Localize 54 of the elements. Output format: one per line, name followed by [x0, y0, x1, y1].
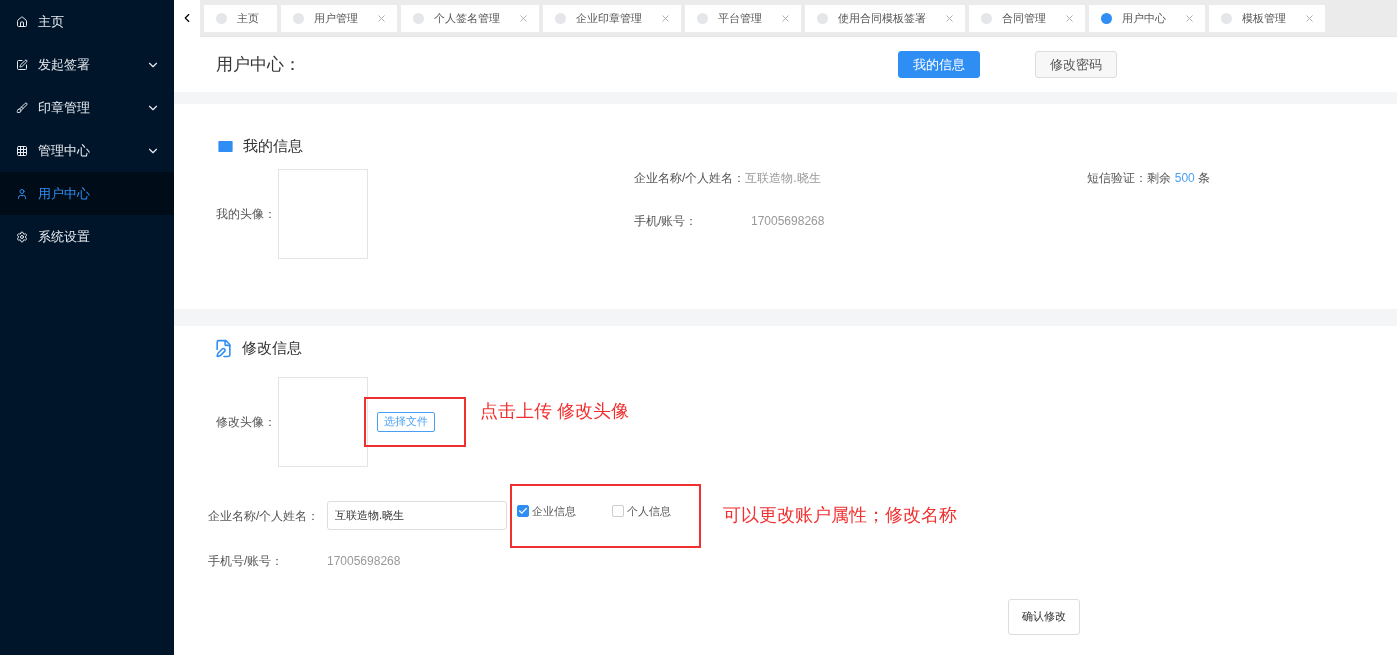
- checkbox[interactable]: [612, 504, 624, 517]
- close-icon[interactable]: [660, 12, 671, 24]
- tab[interactable]: 用户管理: [281, 4, 397, 32]
- field-value: 17005698268: [751, 212, 825, 230]
- edit-icon: [16, 58, 28, 71]
- field-label: 修改头像：: [216, 413, 277, 431]
- close-icon[interactable]: [780, 12, 791, 24]
- close-icon[interactable]: [1064, 12, 1075, 24]
- scroll-left-button[interactable]: [174, 0, 200, 37]
- tab[interactable]: 个人签名管理: [401, 4, 539, 32]
- user-icon: [16, 187, 28, 200]
- sidebar-item[interactable]: 系统设置: [0, 215, 174, 258]
- field-label: 手机号/账号：: [208, 552, 285, 570]
- sidebar-item[interactable]: 管理中心: [0, 129, 174, 172]
- close-icon[interactable]: [944, 12, 955, 24]
- close-icon[interactable]: [1184, 12, 1195, 24]
- close-icon[interactable]: [518, 12, 529, 24]
- sidebar-item[interactable]: 印章管理: [0, 86, 174, 129]
- sidebar-item[interactable]: 发起签署: [0, 43, 174, 86]
- section-title: 修改信息: [242, 338, 302, 358]
- checkbox[interactable]: [517, 504, 529, 517]
- name-input[interactable]: 互联造物.晓生: [327, 501, 507, 530]
- tab[interactable]: 使用合同模板签署: [805, 4, 965, 32]
- account-type-checkbox[interactable]: 企业信息: [517, 502, 576, 519]
- tab[interactable]: 模板管理: [1209, 4, 1325, 32]
- sidebar-item[interactable]: 主页: [0, 0, 174, 43]
- tab[interactable]: 合同管理: [969, 4, 1085, 32]
- sms-quota: 短信验证：剩余 500 条: [1087, 169, 1211, 185]
- edit-document-icon: [214, 338, 233, 358]
- tab[interactable]: 主页: [204, 4, 277, 32]
- tab[interactable]: 平台管理: [685, 4, 801, 32]
- sidebar-item[interactable]: 用户中心: [0, 172, 174, 215]
- tab[interactable]: 企业印章管理: [543, 4, 681, 32]
- field-label: 企业名称/个人姓名：: [634, 169, 746, 187]
- grid-icon: [16, 144, 28, 157]
- field-value: 17005698268: [327, 552, 401, 570]
- close-icon[interactable]: [1304, 12, 1315, 24]
- header-button[interactable]: 修改密码: [1035, 51, 1117, 78]
- field-label: 我的头像：: [216, 205, 276, 223]
- field-value: 互联造物.晓生: [745, 169, 821, 187]
- confirm-button[interactable]: 确认修改: [1008, 598, 1080, 635]
- annotation-text: 可以更改账户属性；修改名称: [723, 504, 957, 527]
- section-title: 我的信息: [243, 136, 303, 156]
- account-type-checkbox[interactable]: 个人信息: [612, 502, 671, 519]
- settings-icon: [16, 230, 28, 243]
- field-label: 企业名称/个人姓名：: [208, 507, 321, 525]
- tab[interactable]: 用户中心: [1089, 4, 1205, 32]
- field-label: 手机/账号：: [634, 212, 699, 230]
- page-title: 用户中心：: [216, 53, 302, 76]
- brush-icon: [16, 101, 28, 114]
- close-icon[interactable]: [376, 12, 387, 24]
- check-icon: [518, 505, 528, 516]
- annotation-text: 点击上传 修改头像: [480, 400, 629, 423]
- home-icon: [16, 15, 28, 28]
